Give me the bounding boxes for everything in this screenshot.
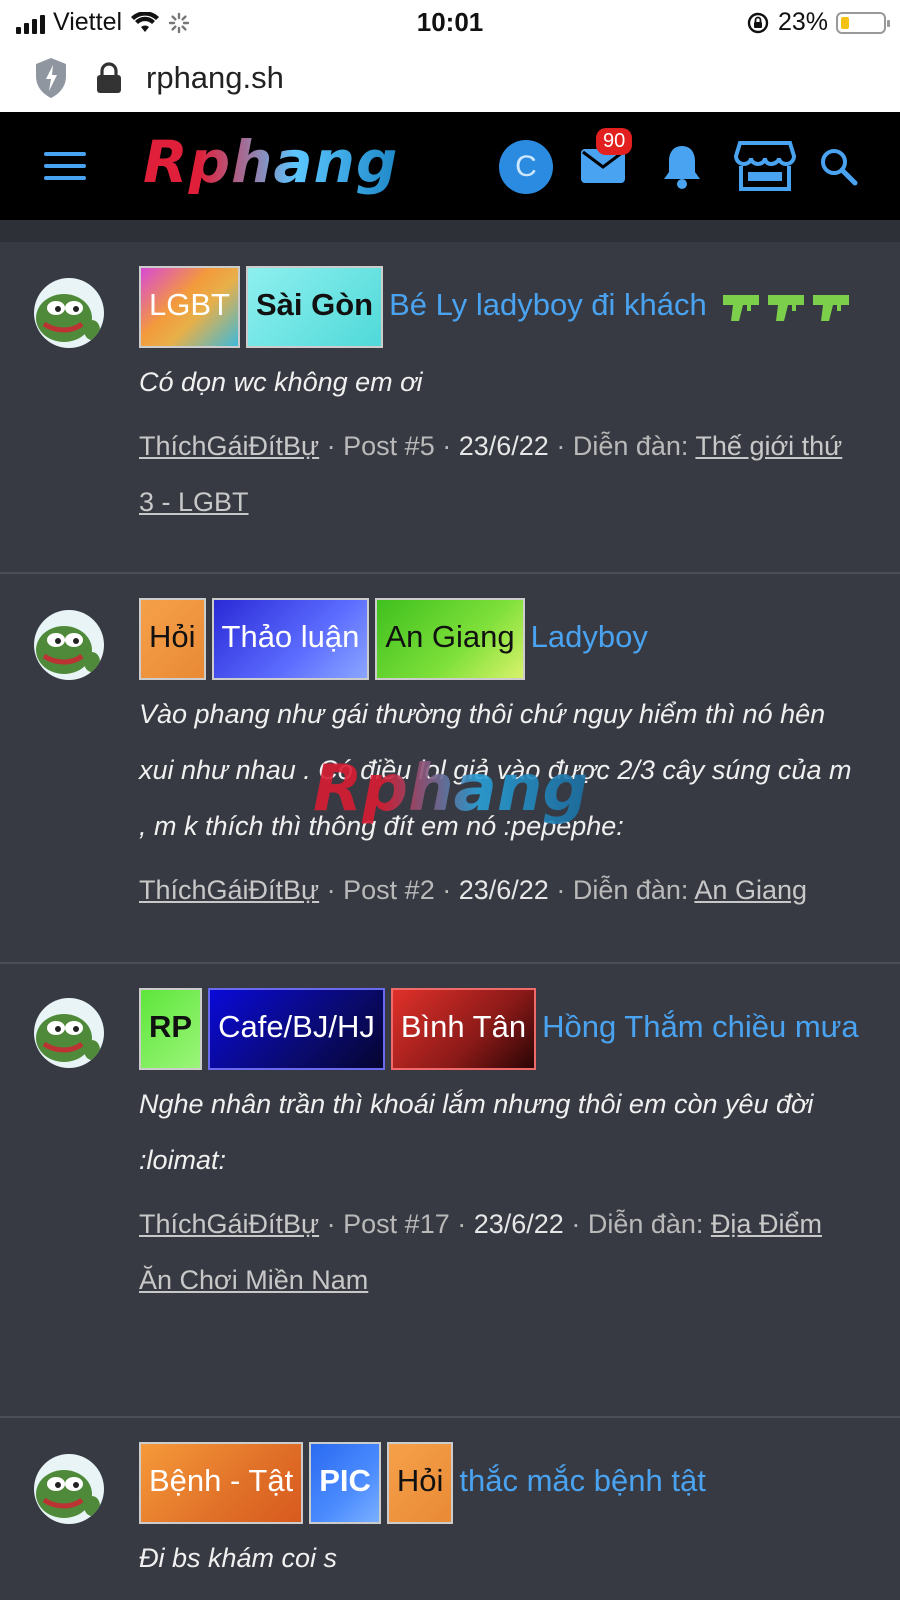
lock-icon bbox=[97, 62, 121, 93]
forum-label: · Diễn đàn: bbox=[556, 875, 689, 905]
tag-binh-tan[interactable]: Bình Tân bbox=[390, 988, 537, 1070]
post-date: 23/6/22 bbox=[458, 431, 549, 461]
search-result: Hỏi Thảo luận An Giang Ladyboy Vào phang nh… bbox=[0, 574, 900, 964]
site-header: Rphang C bbox=[0, 112, 900, 220]
avatar[interactable] bbox=[34, 278, 104, 348]
forum-link[interactable]: An Giang bbox=[694, 875, 807, 905]
search-result: LGBT Sài Gòn Bé Ly ladyboy đi khách Có dọn… bbox=[0, 242, 900, 574]
mail-count-badge: 90 bbox=[596, 128, 633, 155]
tag-sai-gon[interactable]: Sài Gòn bbox=[245, 266, 384, 348]
user-avatar[interactable]: C bbox=[499, 140, 553, 194]
tag-thao-luan[interactable]: Thảo luận bbox=[211, 598, 370, 680]
rotation-lock-icon bbox=[747, 12, 769, 33]
result-title-link[interactable]: Hồng Thắm chiều mưa bbox=[542, 1009, 859, 1044]
pepe-avatar-icon bbox=[36, 1014, 100, 1062]
result-content: RP Cafe/BJ/HJ Bình Tân Hồng Thắm chiều mưa … bbox=[139, 988, 860, 1308]
tag-cafe-bj-hj[interactable]: Cafe/BJ/HJ bbox=[208, 988, 385, 1070]
result-title-link[interactable]: Bé Ly ladyboy đi khách bbox=[389, 287, 707, 322]
tag-lgbt[interactable]: LGBT bbox=[139, 266, 240, 348]
tag-an-giang[interactable]: An Giang bbox=[375, 598, 525, 680]
author-link[interactable]: ThíchGáiĐítBự bbox=[139, 875, 319, 905]
status-bar: Viettel 10:01 23% bbox=[0, 0, 900, 46]
water-gun-icon bbox=[723, 295, 850, 321]
header-divider bbox=[0, 220, 900, 242]
url-text[interactable]: rphang.sh bbox=[146, 60, 284, 96]
bell-icon[interactable] bbox=[660, 142, 704, 190]
search-result: RP Cafe/BJ/HJ Bình Tân Hồng Thắm chiều mưa … bbox=[0, 964, 900, 1418]
pepe-avatar-icon bbox=[36, 294, 100, 342]
post-number: · Post #17 · bbox=[326, 1209, 467, 1239]
result-content: Hỏi Thảo luận An Giang Ladyboy Vào phang nh… bbox=[139, 598, 860, 918]
result-title-line: LGBT Sài Gòn Bé Ly ladyboy đi khách bbox=[139, 266, 860, 348]
post-number: · Post #5 · bbox=[326, 431, 452, 461]
tag-benh-tat[interactable]: Bệnh - Tật bbox=[139, 1442, 304, 1524]
tag-hoi[interactable]: Hỏi bbox=[386, 1442, 454, 1524]
post-date: 23/6/22 bbox=[458, 875, 549, 905]
tag-pic[interactable]: PIC bbox=[309, 1442, 381, 1524]
result-title-line: RP Cafe/BJ/HJ Bình Tân Hồng Thắm chiều mưa bbox=[139, 988, 860, 1070]
tag-rp[interactable]: RP bbox=[139, 988, 203, 1070]
search-result: Bệnh - Tật PIC Hỏi thắc mắc bệnh tật Đi bs … bbox=[0, 1418, 900, 1600]
post-date: 23/6/22 bbox=[473, 1209, 564, 1239]
author-link[interactable]: ThíchGáiĐítBự bbox=[139, 431, 319, 461]
result-snippet: Đi bs khám coi s bbox=[139, 1543, 338, 1573]
battery-icon bbox=[836, 11, 890, 34]
status-right: 23% bbox=[746, 8, 890, 37]
result-snippet: Có dọn wc không em ơi bbox=[139, 367, 423, 397]
avatar[interactable] bbox=[34, 610, 104, 680]
forum-label: · Diễn đàn: bbox=[571, 1209, 704, 1239]
result-title-line: Bệnh - Tật PIC Hỏi thắc mắc bệnh tật bbox=[139, 1442, 860, 1524]
result-snippet: Vào phang như gái thường thôi chứ nguy h… bbox=[139, 699, 852, 841]
result-title-line: Hỏi Thảo luận An Giang Ladyboy bbox=[139, 598, 860, 680]
store-icon[interactable] bbox=[734, 140, 796, 192]
post-number: · Post #2 · bbox=[326, 875, 452, 905]
author-link[interactable]: ThíchGáiĐítBự bbox=[139, 1209, 319, 1239]
result-meta: ThíchGáiĐítBự · Post #2 · 23/6/22 · Diễn… bbox=[139, 862, 860, 918]
result-content: Bệnh - Tật PIC Hỏi thắc mắc bệnh tật Đi bs … bbox=[139, 1442, 860, 1586]
pepe-avatar-icon bbox=[36, 626, 100, 674]
battery-percent: 23% bbox=[777, 8, 828, 36]
forum-label: · Diễn đàn: bbox=[556, 431, 689, 461]
address-bar[interactable]: rphang.sh bbox=[0, 46, 900, 112]
site-logo[interactable]: Rphang bbox=[143, 128, 398, 196]
result-content: LGBT Sài Gòn Bé Ly ladyboy đi khách Có dọn… bbox=[139, 266, 860, 530]
result-title-link[interactable]: Ladyboy bbox=[531, 619, 648, 654]
result-meta: ThíchGáiĐítBự · Post #5 · 23/6/22 · Diễn… bbox=[139, 418, 860, 530]
menu-icon[interactable] bbox=[44, 152, 86, 182]
avatar[interactable] bbox=[34, 998, 104, 1068]
search-icon[interactable] bbox=[818, 146, 858, 186]
result-title-link[interactable]: thắc mắc bệnh tật bbox=[459, 1463, 705, 1498]
avatar[interactable] bbox=[34, 1454, 104, 1524]
pepe-avatar-icon bbox=[36, 1470, 100, 1518]
shield-icon[interactable] bbox=[34, 56, 68, 100]
tag-hoi[interactable]: Hỏi bbox=[139, 598, 206, 680]
result-snippet: Nghe nhân trần thì khoái lắm nhưng thôi … bbox=[139, 1089, 814, 1175]
result-meta: ThíchGáiĐítBự · Post #17 · 23/6/22 · Diễ… bbox=[139, 1196, 860, 1308]
